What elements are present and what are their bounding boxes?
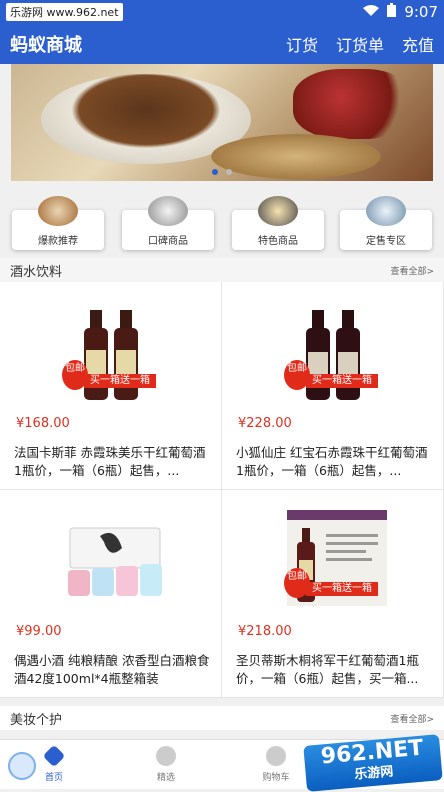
promo-ribbon: 买一箱送一箱 xyxy=(306,374,378,388)
promo-ribbon: 买一箱送一箱 xyxy=(84,374,156,388)
app-title: 蚂蚁商城 xyxy=(10,35,82,56)
status-bar: 乐游网 www.962.net 9:07 xyxy=(0,0,444,24)
carousel-dot[interactable] xyxy=(226,169,232,175)
product-image xyxy=(60,300,170,410)
product-name: 法国卡斯菲 赤霞珠美乐干红葡萄酒1瓶价，一箱（6瓶）起售，... xyxy=(14,445,206,478)
product-price: ¥99.00 xyxy=(16,624,62,639)
product-card[interactable]: 包邮 买一箱送一箱 ¥168.00 法国卡斯菲 赤霞珠美乐干红葡萄酒1瓶价，一箱… xyxy=(0,282,222,490)
nav-label: 首页 xyxy=(44,773,63,783)
quick-item-presale[interactable]: 定售专区 xyxy=(340,196,432,250)
carousel-dots xyxy=(11,169,433,175)
quick-item-special[interactable]: 特色商品 xyxy=(232,196,324,250)
battery-icon xyxy=(387,3,397,21)
product-price: ¥168.00 xyxy=(16,416,70,431)
quick-item-label: 口碑商品 xyxy=(148,236,188,247)
quick-entry-bar: 爆款推荐 口碑商品 特色商品 定售专区 xyxy=(0,190,444,260)
quick-item-praise[interactable]: 口碑商品 xyxy=(122,196,214,250)
quick-item-label: 爆款推荐 xyxy=(38,236,78,247)
nav-cart[interactable]: 购物车 xyxy=(246,746,306,783)
wifi-icon xyxy=(363,3,380,21)
product-image xyxy=(60,508,170,618)
app-actions: 订货 订货单 充值 xyxy=(286,32,434,56)
home-icon xyxy=(42,744,66,768)
quick-item-label: 定售专区 xyxy=(366,236,406,247)
section-title: 酒水饮料 xyxy=(10,264,63,280)
product-name: 偶遇小酒 纯粮精酿 浓香型白酒粮食酒42度100ml*4瓶整箱装 xyxy=(14,653,210,686)
praise-icon xyxy=(148,196,188,226)
special-icon xyxy=(258,196,298,226)
quick-item-hot[interactable]: 爆款推荐 xyxy=(12,196,104,250)
quick-item-label: 特色商品 xyxy=(258,236,298,247)
section-header-drinks: 酒水饮料 查看全部> xyxy=(0,258,444,282)
order-button[interactable]: 订货 xyxy=(286,32,318,56)
product-price: ¥228.00 xyxy=(238,416,292,431)
order-list-button[interactable]: 订货单 xyxy=(336,32,384,56)
product-card[interactable]: 包邮 买一箱送一箱 ¥218.00 圣贝蒂斯木桐将军干红葡萄酒1瓶价，一箱（6瓶… xyxy=(222,490,444,698)
banner-carousel[interactable] xyxy=(11,64,433,181)
promo-ribbon: 买一箱送一箱 xyxy=(306,582,378,596)
view-all-link[interactable]: 查看全部> xyxy=(390,712,434,725)
app-bar: 蚂蚁商城 订货 订货单 充值 xyxy=(0,24,444,64)
status-time: 9:07 xyxy=(404,3,438,21)
sale-icon xyxy=(38,196,78,226)
recharge-button[interactable]: 充值 xyxy=(402,32,434,56)
view-all-link[interactable]: 查看全部> xyxy=(390,264,434,277)
product-image xyxy=(282,508,392,618)
featured-icon xyxy=(156,746,176,766)
product-name: 小狐仙庄 红宝石赤霞珠干红葡萄酒1瓶价，一箱（6瓶）起售，... xyxy=(236,445,428,478)
nav-label: 购物车 xyxy=(262,773,290,783)
product-card[interactable]: 包邮 买一箱送一箱 ¥228.00 小狐仙庄 红宝石赤霞珠干红葡萄酒1瓶价，一箱… xyxy=(222,282,444,490)
cart-icon xyxy=(266,746,286,766)
presale-icon xyxy=(366,196,406,226)
carousel-dot[interactable] xyxy=(212,169,218,175)
status-right: 9:07 xyxy=(363,3,438,21)
product-price: ¥218.00 xyxy=(238,624,292,639)
banner-dates-image xyxy=(293,69,413,139)
product-grid: 包邮 买一箱送一箱 ¥168.00 法国卡斯菲 赤霞珠美乐干红葡萄酒1瓶价，一箱… xyxy=(0,282,444,698)
nav-label: 精选 xyxy=(156,773,175,783)
section-header-beauty: 美妆个护 查看全部> xyxy=(0,706,444,730)
product-card[interactable]: ¥99.00 偶遇小酒 纯粮精酿 浓香型白酒粮食酒42度100ml*4瓶整箱装 xyxy=(0,490,222,698)
product-image xyxy=(282,300,392,410)
floating-menu-button[interactable] xyxy=(8,752,36,780)
product-name: 圣贝蒂斯木桐将军干红葡萄酒1瓶价，一箱（6瓶）起售，买一箱... xyxy=(236,653,419,686)
nav-featured[interactable]: 精选 xyxy=(136,746,196,783)
status-source: 乐游网 www.962.net xyxy=(6,3,123,21)
section-title: 美妆个护 xyxy=(10,712,63,728)
